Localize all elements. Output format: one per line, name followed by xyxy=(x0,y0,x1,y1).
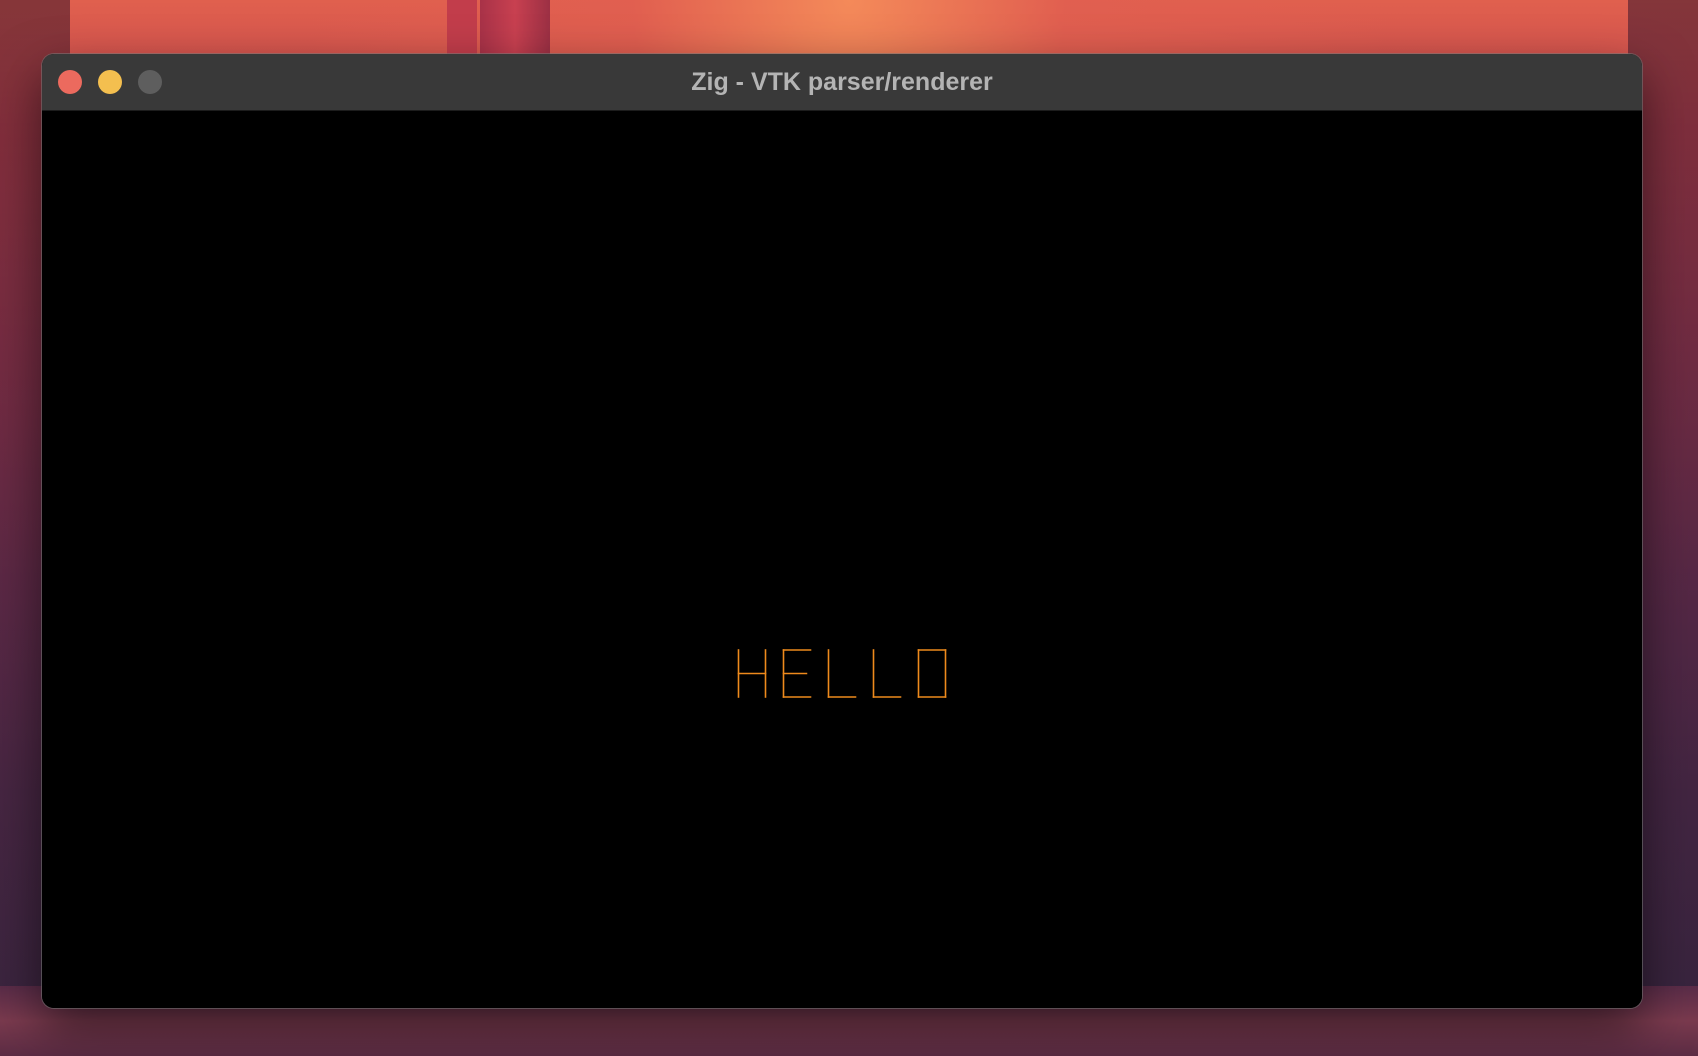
window-titlebar[interactable]: Zig - VTK parser/renderer xyxy=(42,54,1642,111)
glyph-l xyxy=(827,649,857,698)
app-window: Zig - VTK parser/renderer xyxy=(42,54,1642,1008)
render-canvas[interactable] xyxy=(42,111,1642,1008)
glyph-l xyxy=(872,649,902,698)
glyph-e xyxy=(782,649,812,698)
rendered-text xyxy=(737,649,947,698)
glyph-h xyxy=(737,649,767,698)
window-title: Zig - VTK parser/renderer xyxy=(691,68,993,96)
wallpaper-tower xyxy=(480,0,550,60)
glyph-o xyxy=(917,649,947,698)
wallpaper-tower-small xyxy=(447,0,477,60)
